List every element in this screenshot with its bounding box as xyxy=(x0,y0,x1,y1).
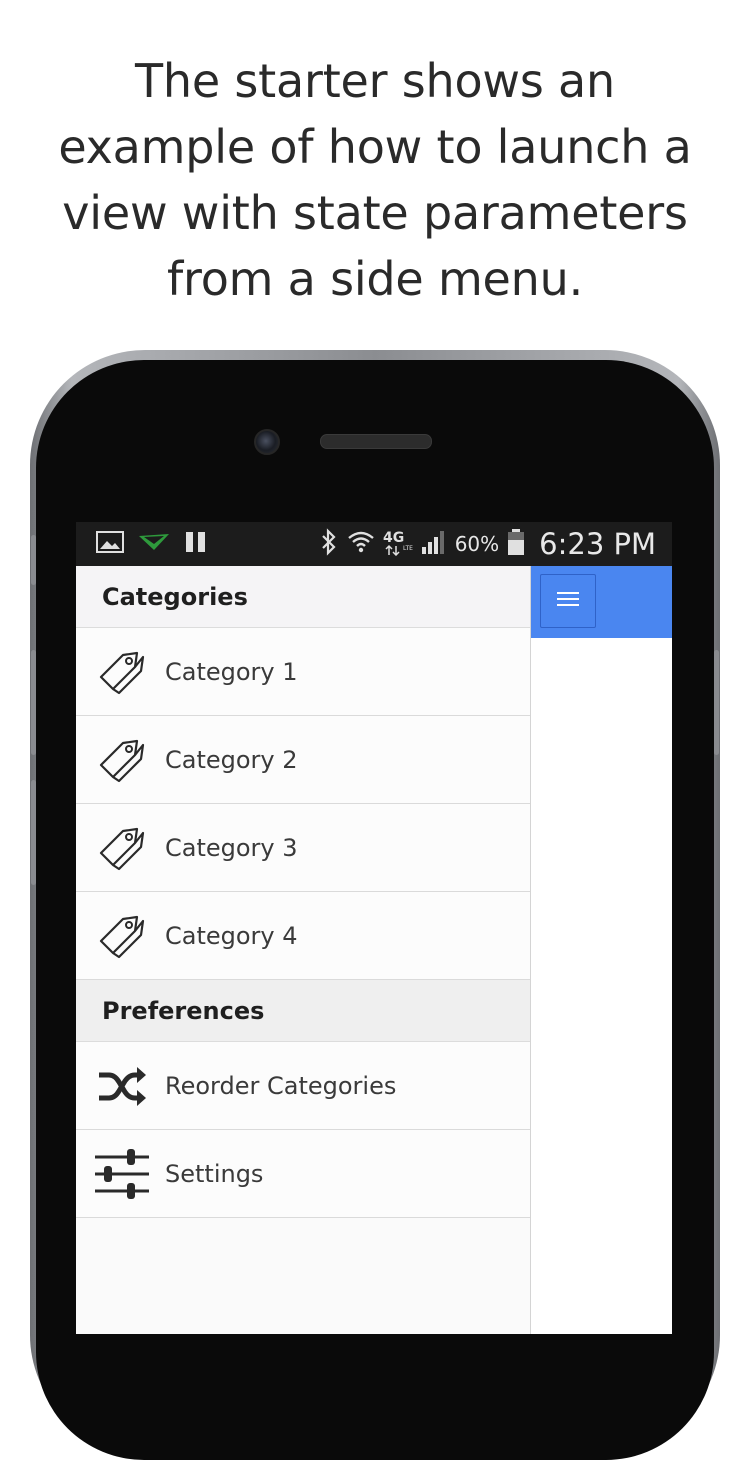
menu-item-category-2[interactable]: Category 2 xyxy=(76,716,530,804)
tag-icon xyxy=(94,644,150,700)
section-header-preferences: Preferences xyxy=(76,980,530,1042)
status-time: 6:23 PM xyxy=(539,527,656,561)
image-icon xyxy=(96,531,124,557)
battery-percent: 60% xyxy=(454,532,500,556)
side-menu: Categories Category 1 Category 2 Categor… xyxy=(76,566,531,1334)
status-bar-right: 4G LTE 60% 6:23 PM xyxy=(319,526,656,562)
main-header-bar xyxy=(531,566,672,638)
tag-icon xyxy=(94,820,150,876)
battery-icon xyxy=(507,528,525,560)
menu-item-label: Settings xyxy=(165,1159,264,1188)
pause-icon xyxy=(184,531,208,557)
menu-item-label: Category 3 xyxy=(165,833,298,862)
headline: The starter shows an example of how to l… xyxy=(58,54,692,306)
menu-item-label: Category 4 xyxy=(165,921,298,950)
menu-item-label: Reorder Categories xyxy=(165,1071,397,1100)
menu-item-category-1[interactable]: Category 1 xyxy=(76,628,530,716)
volume-up-button xyxy=(31,650,36,755)
bluetooth-icon xyxy=(319,528,339,560)
status-bar: 4G LTE 60% 6:23 PM xyxy=(76,522,672,566)
tag-icon xyxy=(94,908,150,964)
svg-text:LTE: LTE xyxy=(403,545,413,552)
menu-item-label: Category 2 xyxy=(165,745,298,774)
wifi-icon xyxy=(347,529,375,559)
signal-app-icon xyxy=(138,532,170,556)
status-bar-left xyxy=(96,531,208,557)
front-camera xyxy=(254,429,280,455)
hamburger-menu-icon xyxy=(557,590,579,612)
tag-icon xyxy=(94,732,150,788)
menu-item-label: Category 1 xyxy=(165,657,298,686)
menu-toggle-button[interactable] xyxy=(540,574,596,628)
volume-down-button xyxy=(31,780,36,885)
menu-item-category-3[interactable]: Category 3 xyxy=(76,804,530,892)
menu-item-settings[interactable]: Settings xyxy=(76,1130,530,1218)
earpiece-speaker xyxy=(320,434,432,449)
phone-screen: 4G LTE 60% 6:23 PM Categories Category 1… xyxy=(76,522,672,1334)
shuffle-icon xyxy=(94,1058,150,1114)
svg-text:4G: 4G xyxy=(383,530,404,546)
sliders-icon xyxy=(94,1146,150,1202)
power-button xyxy=(714,650,719,755)
main-view xyxy=(531,566,672,1334)
cell-signal-icon xyxy=(421,529,447,559)
menu-item-category-4[interactable]: Category 4 xyxy=(76,892,530,980)
section-header-categories: Categories xyxy=(76,566,530,628)
4g-lte-icon: 4G LTE xyxy=(383,528,413,560)
mute-switch xyxy=(31,535,36,585)
menu-item-reorder-categories[interactable]: Reorder Categories xyxy=(76,1042,530,1130)
